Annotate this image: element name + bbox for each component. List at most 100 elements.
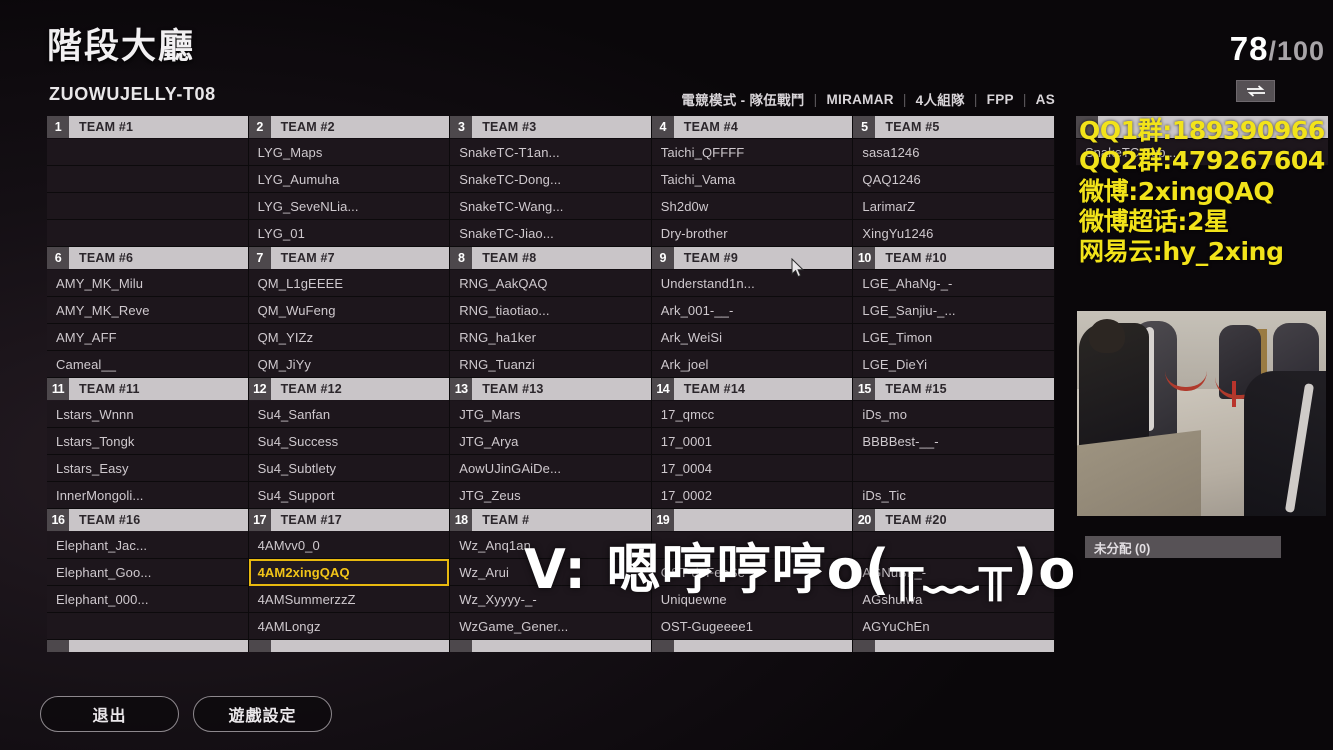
player-slot[interactable]: 4AMSummerzzZ xyxy=(248,586,450,613)
player-slot-selected[interactable]: 4AM2xingQAQ xyxy=(248,559,450,586)
unassigned-panel[interactable]: 未分配 (0) xyxy=(1085,536,1281,558)
player-slot[interactable]: Cameal__ xyxy=(47,351,248,378)
swap-teams-button[interactable] xyxy=(1236,80,1275,102)
exit-button[interactable]: 退出 xyxy=(40,696,179,732)
player-slot[interactable] xyxy=(853,532,1054,559)
team-header[interactable]: 20 TEAM #20 xyxy=(853,509,1054,531)
team-header[interactable]: 2 TEAM #2 xyxy=(248,116,450,138)
player-slot[interactable]: iDs_mo xyxy=(853,401,1054,428)
player-slot[interactable]: Su4_Support xyxy=(248,482,450,509)
player-slot[interactable]: AGYuChEn xyxy=(853,613,1054,640)
player-slot[interactable] xyxy=(47,193,248,220)
player-slot[interactable]: WzGame_Gener... xyxy=(450,613,651,640)
player-slot[interactable]: Lstars_Wnnn xyxy=(47,401,248,428)
player-slot[interactable] xyxy=(853,455,1054,482)
team-card-5[interactable]: 5 TEAM #5 sasa1246 QAQ1246 LarimarZ XingYu124… xyxy=(853,116,1055,247)
team-card-15[interactable]: 15 TEAM #15 iDs_mo BBBBest-__- iDs_Tic xyxy=(853,378,1055,509)
player-slot[interactable]: AMY_MK_Reve xyxy=(47,297,248,324)
team-header[interactable]: 1 TEAM #1 xyxy=(47,116,248,138)
player-slot[interactable]: Uniquewne xyxy=(651,586,853,613)
player-slot[interactable]: OST-deFenSe xyxy=(651,559,853,586)
team-header[interactable]: 15 TEAM #15 xyxy=(853,378,1054,400)
player-slot[interactable] xyxy=(47,613,248,640)
player-slot[interactable]: sasa1246 xyxy=(853,139,1054,166)
player-slot[interactable]: JTG_Zeus xyxy=(450,482,651,509)
player-slot[interactable]: Elephant_Goo... xyxy=(47,559,248,586)
player-slot[interactable]: AMY_MK_Milu xyxy=(47,270,248,297)
team-header[interactable]: 16 TEAM #16 xyxy=(47,509,248,531)
player-slot[interactable]: Lstars_Tongk xyxy=(47,428,248,455)
team-card-6[interactable]: 6 TEAM #6 AMY_MK_Milu AMY_MK_Reve AMY_AFF Cam… xyxy=(47,247,249,378)
player-slot[interactable]: SnakeTC-Jiao... xyxy=(450,220,651,247)
team-grid[interactable]: 1 TEAM #1 2 TEAM #2 LYG_Maps LYG_Aumuha LYG_Se… xyxy=(47,116,1055,667)
player-slot[interactable]: LGE_AhaNg-_- xyxy=(853,270,1054,297)
player-slot[interactable]: SnakeTC-Wang... xyxy=(450,193,651,220)
team-card-partial[interactable] xyxy=(450,640,652,652)
player-slot[interactable] xyxy=(47,166,248,193)
team-header[interactable]: 17 TEAM #17 xyxy=(248,509,450,531)
player-slot[interactable]: XingYu1246 xyxy=(853,220,1054,247)
team-header[interactable]: 13 TEAM #13 xyxy=(450,378,651,400)
player-slot[interactable]: QAQ1246 xyxy=(853,166,1054,193)
player-slot[interactable]: QM_JiYy xyxy=(248,351,450,378)
player-slot[interactable]: AGNuBi-_- xyxy=(853,559,1054,586)
player-slot[interactable]: iDs_Tic xyxy=(853,482,1054,509)
player-slot[interactable]: InnerMongoli... xyxy=(47,482,248,509)
player-slot[interactable]: RNG_AakQAQ xyxy=(450,270,651,297)
player-slot[interactable]: Wz_Xyyyy-_- xyxy=(450,586,651,613)
player-slot[interactable]: OST-Gugeeee1 xyxy=(651,613,853,640)
player-slot[interactable]: 17_qmcc xyxy=(651,401,853,428)
player-slot[interactable]: QM_WuFeng xyxy=(248,297,450,324)
player-slot[interactable]: QM_YIZz xyxy=(248,324,450,351)
team-header[interactable]: 10 TEAM #10 xyxy=(853,247,1054,269)
team-header[interactable]: 19 xyxy=(651,509,853,531)
player-slot[interactable]: LGE_DieYi xyxy=(853,351,1054,378)
game-settings-button[interactable]: 遊戲設定 xyxy=(193,696,332,732)
team-card-12[interactable]: 12 TEAM #12 Su4_Sanfan Su4_Success Su4_Subtl… xyxy=(248,378,451,509)
player-slot[interactable]: SnakeTC-Dong... xyxy=(450,166,651,193)
side-slot[interactable]: SnakeTC-Tup... xyxy=(1076,139,1328,166)
team-card-partial[interactable] xyxy=(47,640,249,652)
team-card-17[interactable]: 17 TEAM #17 4AMvv0_0 4AM2xingQAQ 4AMSummerzz… xyxy=(248,509,451,640)
player-slot[interactable]: SnakeTC-T1an... xyxy=(450,139,651,166)
team-header[interactable]: 6 TEAM #6 xyxy=(47,247,248,269)
team-card-partial[interactable] xyxy=(248,640,451,652)
player-slot[interactable]: Elephant_000... xyxy=(47,586,248,613)
player-slot[interactable]: Sh2d0w xyxy=(651,193,853,220)
team-card-13[interactable]: 13 TEAM #13 JTG_Mars JTG_Arya AowUJinGAiDe..… xyxy=(450,378,652,509)
team-band-clipped[interactable] xyxy=(47,640,1055,652)
player-slot[interactable]: AowUJinGAiDe... xyxy=(450,455,651,482)
team-header[interactable]: 5 TEAM #5 xyxy=(853,116,1054,138)
team-header[interactable]: 8 TEAM #8 xyxy=(450,247,651,269)
player-slot[interactable]: LYG_Maps xyxy=(248,139,450,166)
player-slot[interactable]: Dry-brother xyxy=(651,220,853,247)
team-header[interactable] xyxy=(450,640,651,652)
player-slot[interactable] xyxy=(651,532,853,559)
team-header[interactable]: 14 TEAM #14 xyxy=(651,378,853,400)
player-slot[interactable]: LYG_01 xyxy=(248,220,450,247)
team-card-8[interactable]: 8 TEAM #8 RNG_AakQAQ RNG_tiaotiao... RNG_ha1… xyxy=(450,247,652,378)
team-card-9[interactable]: 9 TEAM #9 Understand1n... Ark_001-__- Ark_We… xyxy=(651,247,854,378)
player-slot[interactable]: 4AMLongz xyxy=(248,613,450,640)
team-header[interactable]: 12 TEAM #12 xyxy=(248,378,450,400)
team-header[interactable] xyxy=(651,640,853,652)
player-slot[interactable]: Su4_Success xyxy=(248,428,450,455)
team-card-7[interactable]: 7 TEAM #7 QM_L1gEEEE QM_WuFeng QM_YIZz QM_JiY… xyxy=(248,247,451,378)
team-card-2[interactable]: 2 TEAM #2 LYG_Maps LYG_Aumuha LYG_SeveNLia..… xyxy=(248,116,451,247)
player-slot[interactable]: Elephant_Jac... xyxy=(47,532,248,559)
player-slot[interactable]: Taichi_Vama xyxy=(651,166,853,193)
team-card-18[interactable]: 18 TEAM # Wz_Anq1an Wz_Arui Wz_Xyyyy-_- WzGam… xyxy=(450,509,652,640)
team-card-partial[interactable] xyxy=(853,640,1055,652)
team-card-1[interactable]: 1 TEAM #1 xyxy=(47,116,249,247)
player-slot[interactable]: LarimarZ xyxy=(853,193,1054,220)
team-card-16[interactable]: 16 TEAM #16 Elephant_Jac... Elephant_Goo...… xyxy=(47,509,249,640)
player-slot[interactable]: LGE_Timon xyxy=(853,324,1054,351)
player-slot[interactable]: Wz_Arui xyxy=(450,559,651,586)
team-header[interactable]: 3 TEAM #3 xyxy=(450,116,651,138)
player-slot[interactable]: RNG_tiaotiao... xyxy=(450,297,651,324)
player-slot[interactable] xyxy=(47,139,248,166)
team-card-3[interactable]: 3 TEAM #3 SnakeTC-T1an... SnakeTC-Dong... Sn… xyxy=(450,116,652,247)
team-header[interactable] xyxy=(853,640,1054,652)
player-slot[interactable]: Taichi_QFFFF xyxy=(651,139,853,166)
player-slot[interactable]: RNG_Tuanzi xyxy=(450,351,651,378)
